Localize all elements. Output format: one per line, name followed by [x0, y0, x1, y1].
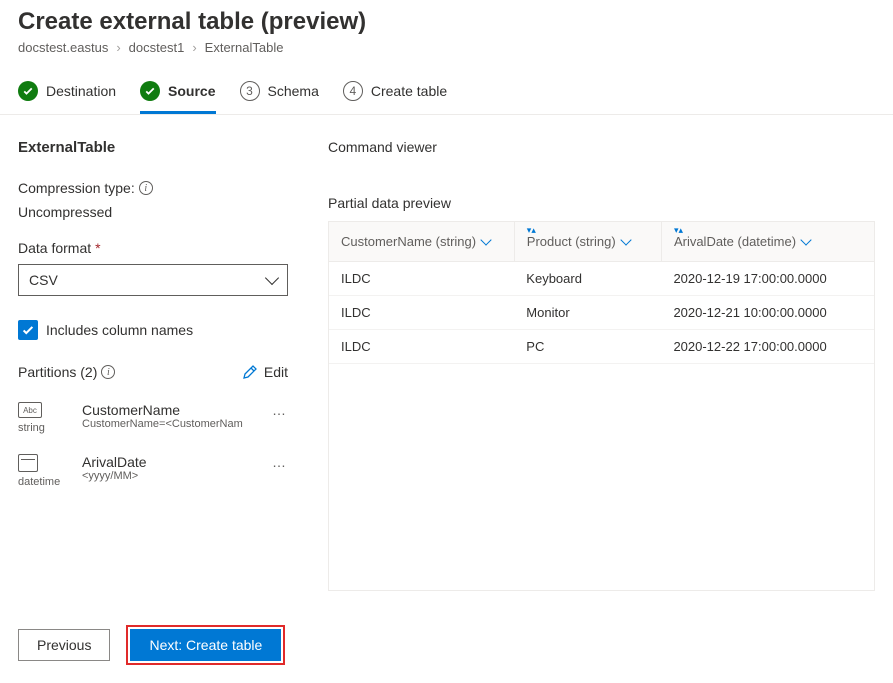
compression-value: Uncompressed [18, 204, 288, 220]
edit-label: Edit [264, 364, 288, 380]
includes-column-names-label: Includes column names [46, 322, 193, 338]
checkmark-icon [140, 81, 160, 101]
chevron-down-icon [265, 271, 279, 285]
data-format-value: CSV [29, 272, 58, 288]
command-viewer-heading: Command viewer [328, 139, 875, 155]
string-type-icon: Abc [18, 402, 42, 418]
data-preview-table: CustomerName (string) ▾▴ Product (string… [328, 221, 875, 591]
partial-preview-heading: Partial data preview [328, 195, 875, 211]
more-icon[interactable]: … [272, 454, 288, 470]
partition-name: ArivalDate [82, 454, 264, 470]
next-create-table-button[interactable]: Next: Create table [130, 629, 281, 661]
info-icon[interactable]: i [139, 181, 153, 195]
column-header-label: Product (string) [527, 234, 616, 249]
partition-pattern: CustomerName=<CustomerNam [82, 418, 264, 430]
wizard-steps: Destination Source 3 Schema 4 Create tab… [0, 73, 893, 115]
compression-type-label: Compression type: [18, 180, 135, 196]
chevron-down-icon [480, 234, 491, 245]
table-cell: 2020-12-22 17:00:00.0000 [661, 330, 874, 364]
table-cell: PC [514, 330, 661, 364]
chevron-down-icon [620, 234, 631, 245]
table-row: ILDC PC 2020-12-22 17:00:00.0000 [329, 330, 874, 364]
page-title: Create external table (preview) [18, 8, 875, 36]
step-schema[interactable]: 3 Schema [240, 73, 319, 114]
chevron-down-icon [800, 234, 811, 245]
column-header[interactable]: ▾▴ ArivalDate (datetime) [661, 222, 874, 262]
partition-type-sub: string [18, 422, 45, 434]
table-cell: Monitor [514, 296, 661, 330]
checkmark-icon [18, 81, 38, 101]
step-number-icon: 3 [240, 81, 260, 101]
datetime-type-icon [18, 454, 38, 472]
sort-icon: ▾▴ [527, 225, 536, 236]
table-cell: ILDC [329, 262, 514, 296]
step-label: Destination [46, 83, 116, 99]
partition-type-sub: datetime [18, 476, 60, 488]
includes-column-names-checkbox[interactable] [18, 320, 38, 340]
table-name-heading: ExternalTable [18, 139, 288, 156]
required-indicator: * [95, 240, 100, 256]
column-header[interactable]: ▾▴ Product (string) [514, 222, 661, 262]
data-format-dropdown[interactable]: CSV [18, 264, 288, 296]
table-row: ILDC Monitor 2020-12-21 10:00:00.0000 [329, 296, 874, 330]
table-cell: ILDC [329, 296, 514, 330]
partition-item: datetime ArivalDate <yyyy/MM> … [18, 446, 288, 500]
table-cell: Keyboard [514, 262, 661, 296]
step-source[interactable]: Source [140, 73, 215, 114]
table-cell: ILDC [329, 330, 514, 364]
pencil-icon [242, 364, 258, 380]
edit-partitions-button[interactable]: Edit [242, 364, 288, 380]
column-header-label: CustomerName (string) [341, 234, 476, 249]
step-destination[interactable]: Destination [18, 73, 116, 114]
previous-button[interactable]: Previous [18, 629, 110, 661]
partition-item: Abc string CustomerName CustomerName=<Cu… [18, 394, 288, 446]
partition-pattern: <yyyy/MM> [82, 470, 264, 482]
data-format-label: Data format [18, 240, 91, 256]
partitions-label: Partitions (2) [18, 364, 97, 380]
column-header-label: ArivalDate (datetime) [674, 234, 796, 249]
step-label: Create table [371, 83, 447, 99]
breadcrumb-item[interactable]: ExternalTable [205, 40, 284, 55]
column-header[interactable]: CustomerName (string) [329, 222, 514, 262]
breadcrumb-item[interactable]: docstest1 [129, 40, 185, 55]
more-icon[interactable]: … [272, 402, 288, 418]
table-cell: 2020-12-19 17:00:00.0000 [661, 262, 874, 296]
info-icon[interactable]: i [101, 365, 115, 379]
chevron-right-icon: › [116, 40, 120, 55]
sort-icon: ▾▴ [674, 225, 683, 236]
step-number-icon: 4 [343, 81, 363, 101]
step-create-table[interactable]: 4 Create table [343, 73, 447, 114]
step-label: Source [168, 83, 215, 99]
table-row: ILDC Keyboard 2020-12-19 17:00:00.0000 [329, 262, 874, 296]
partition-name: CustomerName [82, 402, 264, 418]
step-label: Schema [268, 83, 319, 99]
table-cell: 2020-12-21 10:00:00.0000 [661, 296, 874, 330]
breadcrumb: docstest.eastus › docstest1 › ExternalTa… [18, 40, 875, 55]
chevron-right-icon: › [192, 40, 196, 55]
breadcrumb-item[interactable]: docstest.eastus [18, 40, 108, 55]
